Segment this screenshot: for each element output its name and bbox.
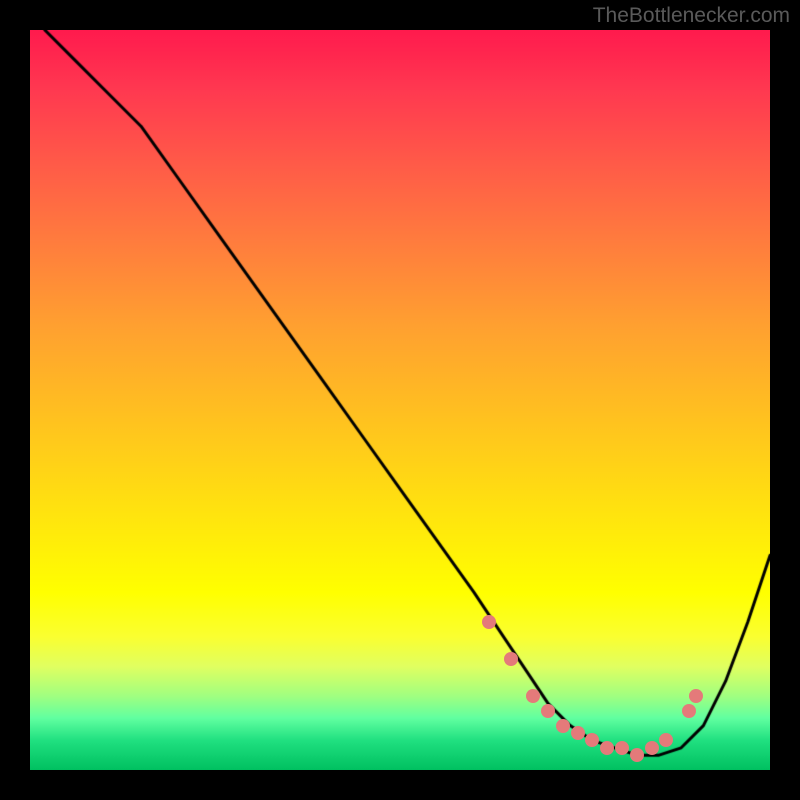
data-marker [571, 726, 585, 740]
data-marker [526, 689, 540, 703]
data-marker [556, 719, 570, 733]
data-marker [630, 748, 644, 762]
curve-canvas [30, 30, 770, 770]
data-marker [541, 704, 555, 718]
data-marker [689, 689, 703, 703]
data-marker [600, 741, 614, 755]
data-marker [645, 741, 659, 755]
data-marker [615, 741, 629, 755]
data-marker [482, 615, 496, 629]
data-marker [682, 704, 696, 718]
attribution-label: TheBottlenecker.com [593, 4, 790, 28]
data-marker [585, 733, 599, 747]
data-marker [659, 733, 673, 747]
data-marker [504, 652, 518, 666]
